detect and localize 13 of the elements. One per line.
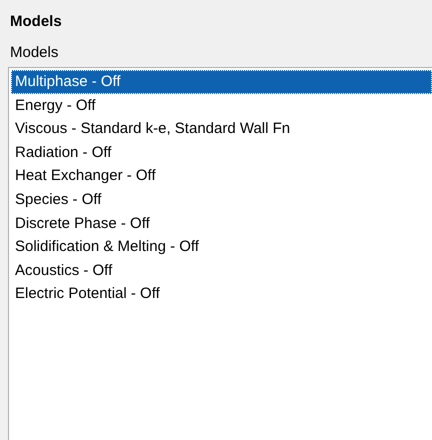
list-item[interactable]: Discrete Phase - Off (11, 212, 432, 236)
list-item[interactable]: Radiation - Off (11, 140, 432, 164)
list-item[interactable]: Species - Off (11, 188, 432, 212)
list-item[interactable]: Solidification & Melting - Off (11, 235, 432, 259)
list-item[interactable]: Electric Potential - Off (11, 282, 432, 306)
list-item[interactable]: Acoustics - Off (11, 258, 432, 282)
list-item[interactable]: Viscous - Standard k-e, Standard Wall Fn (11, 117, 432, 141)
models-listbox[interactable] (8, 67, 432, 440)
list-label: Models (9, 43, 60, 63)
panel-title: Models (9, 12, 63, 32)
list-item[interactable]: Multiphase - Off (11, 70, 432, 94)
list-item[interactable]: Heat Exchanger - Off (11, 164, 432, 188)
list-item[interactable]: Energy - Off (11, 94, 432, 118)
